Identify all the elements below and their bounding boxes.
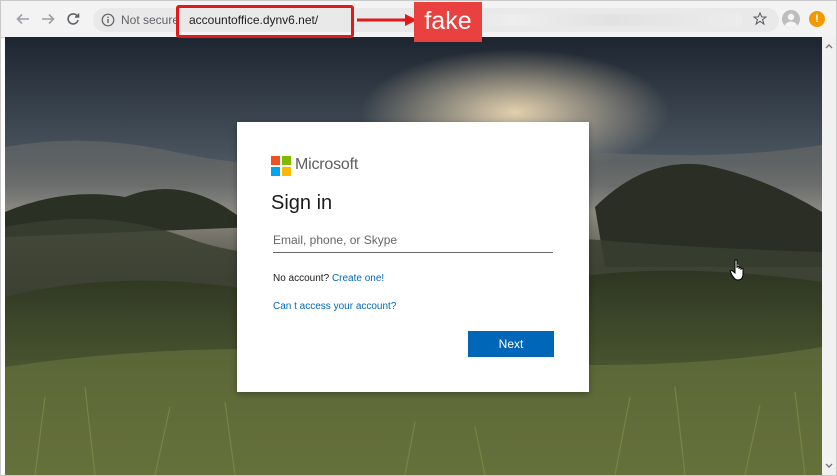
page-title: Sign in <box>271 192 333 214</box>
arrow-left-icon <box>16 13 29 25</box>
reload-button[interactable] <box>64 10 82 28</box>
fake-label: fake <box>414 2 482 42</box>
bookmark-star-icon[interactable] <box>753 12 767 26</box>
url-highlight-box <box>176 5 354 38</box>
scroll-down-icon[interactable] <box>822 461 836 471</box>
back-button[interactable] <box>14 10 32 28</box>
person-icon <box>785 13 797 28</box>
microsoft-logo-icon <box>271 156 291 176</box>
signin-card: Microsoft Sign in No account? Create one… <box>237 122 589 392</box>
arrow-right-icon <box>42 13 55 25</box>
cant-access-link[interactable]: Can t access your account? <box>273 301 396 312</box>
arrow-right-icon <box>357 14 417 26</box>
forward-button[interactable] <box>39 10 57 28</box>
info-icon[interactable] <box>101 13 115 27</box>
vertical-scrollbar[interactable] <box>822 37 836 475</box>
no-account-text: No account? <box>273 273 330 284</box>
profile-avatar-icon[interactable] <box>782 10 800 28</box>
update-alert-icon[interactable]: ! <box>809 11 825 27</box>
create-account-link[interactable]: Create one! <box>332 273 384 284</box>
page-background: Microsoft Sign in No account? Create one… <box>5 37 822 475</box>
reload-icon <box>67 13 80 25</box>
security-status: Not secure <box>121 13 180 27</box>
email-field[interactable] <box>273 228 553 253</box>
no-account-row: No account? Create one! <box>273 273 384 284</box>
scroll-up-icon[interactable] <box>822 41 836 51</box>
hand-cursor-icon <box>729 259 744 281</box>
next-button[interactable]: Next <box>468 331 554 357</box>
brand-name: Microsoft <box>295 156 359 173</box>
browser-window: Not secure accountoffice.dynv6.net/ ! Mi… <box>0 0 837 476</box>
